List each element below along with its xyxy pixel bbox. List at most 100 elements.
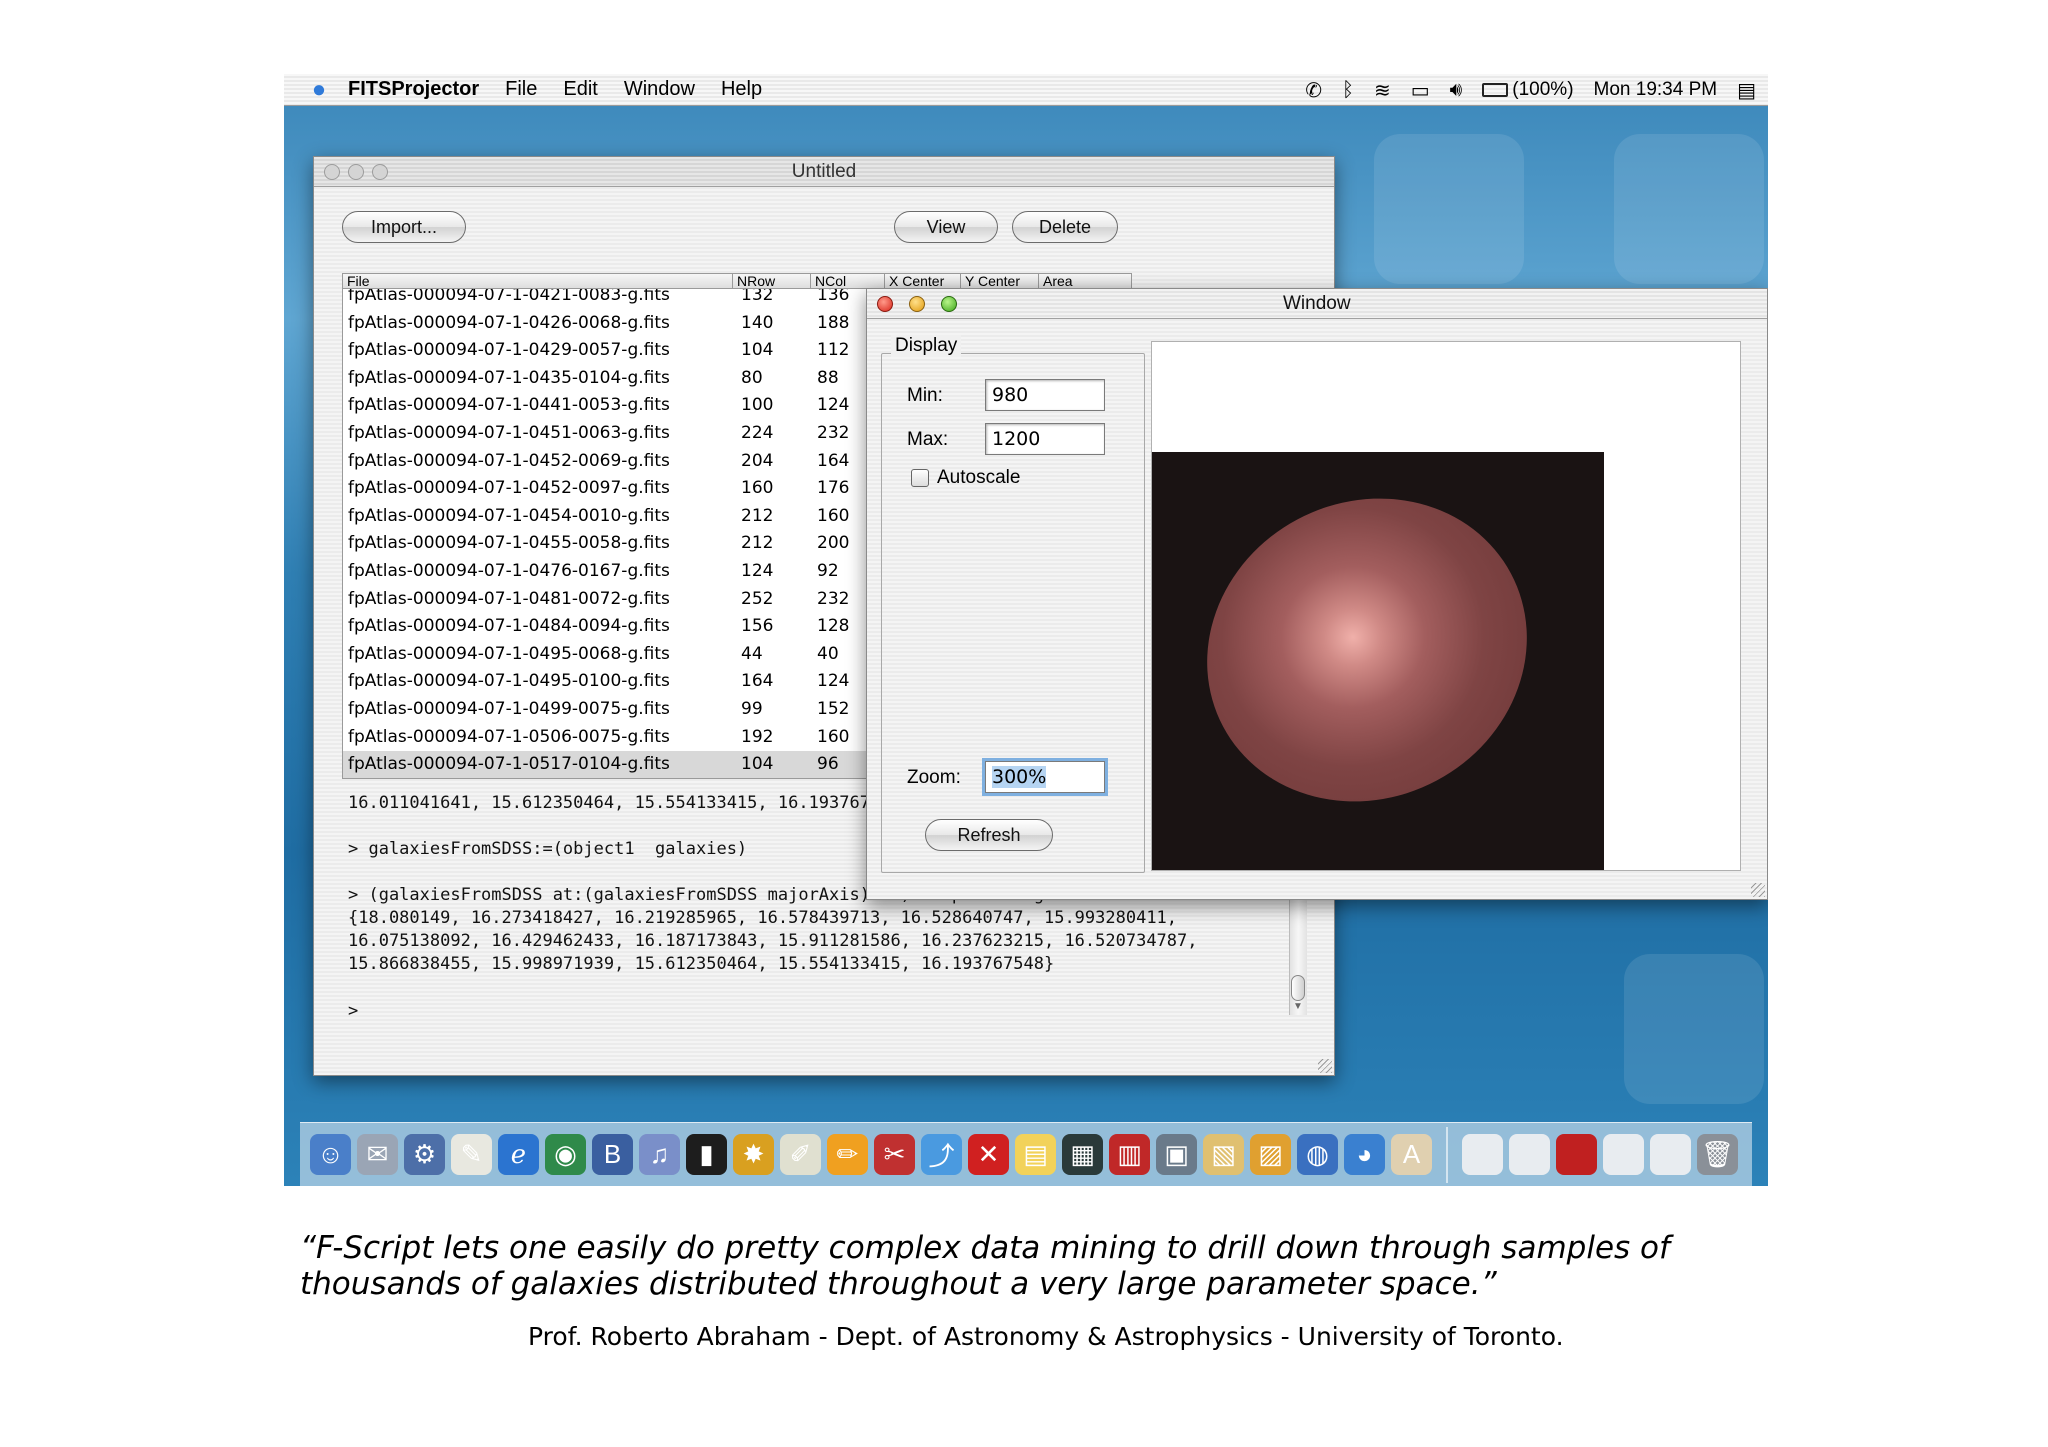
window-title: Untitled	[791, 161, 857, 182]
bluetooth-icon[interactable]: ᛒ	[1342, 79, 1354, 102]
terminal-icon[interactable]: ▮	[686, 1134, 727, 1175]
battery-icon[interactable]: (100%)	[1482, 79, 1574, 101]
earth-icon[interactable]: ◕	[1344, 1134, 1385, 1175]
volume-icon[interactable]: 🔊︎	[1450, 79, 1463, 102]
wifi-icon[interactable]: ≋	[1374, 78, 1391, 103]
autoscale-checkbox[interactable]	[911, 469, 929, 487]
dictionary-icon[interactable]: ▧	[1203, 1134, 1244, 1175]
import-button[interactable]: Import...	[342, 211, 466, 243]
cell-file: fpAtlas-000094-07-1-0455-0058-g.fits	[348, 533, 670, 554]
activity-monitor-icon[interactable]: ▦	[1062, 1134, 1103, 1175]
zoom-window-icon[interactable]	[372, 164, 388, 180]
fscript-icon[interactable]: ⤴	[921, 1134, 962, 1175]
minimized-window-icon[interactable]	[1556, 1134, 1597, 1175]
cell-ncol: 112	[817, 340, 850, 361]
app-menu[interactable]: FITSProjector	[348, 78, 479, 101]
system-prefs-icon[interactable]: ⚙	[404, 1134, 445, 1175]
min-field[interactable]: 980	[985, 379, 1105, 411]
zoom-field[interactable]: 300%	[985, 761, 1105, 793]
x11-icon[interactable]: ✕	[968, 1134, 1009, 1175]
menu-edit[interactable]: Edit	[563, 78, 597, 101]
cell-nrow: 252	[741, 588, 774, 609]
cell-ncol: 188	[817, 312, 850, 333]
close-window-icon[interactable]	[324, 164, 340, 180]
cell-file: fpAtlas-000094-07-1-0451-0063-g.fits	[348, 422, 670, 443]
column-header-area[interactable]: Area	[1039, 274, 1131, 289]
refresh-button[interactable]: Refresh	[925, 819, 1053, 851]
minimized-window-icon[interactable]	[1603, 1134, 1644, 1175]
wallpaper-blob	[1614, 134, 1764, 284]
max-label: Max:	[907, 429, 949, 450]
finder-icon[interactable]: ☺	[310, 1134, 351, 1175]
minimize-window-icon[interactable]	[909, 296, 925, 312]
cell-ncol: 164	[817, 450, 850, 471]
phone-icon[interactable]: ✆	[1305, 78, 1322, 103]
image-window-titlebar[interactable]: Window	[867, 289, 1767, 319]
console-line: > galaxiesFromSDSS:=(object1 galaxies)	[348, 839, 748, 859]
resize-grip-icon[interactable]	[1318, 1059, 1332, 1073]
quote-credit: Prof. Roberto Abraham - Dept. of Astrono…	[528, 1322, 1564, 1351]
cell-file: fpAtlas-000094-07-1-0435-0104-g.fits	[348, 367, 670, 388]
minimized-window-icon[interactable]	[1650, 1134, 1691, 1175]
column-header-ncol[interactable]: NCol	[811, 274, 885, 289]
column-header-file[interactable]: File	[343, 274, 733, 289]
apple-menu-icon[interactable]: ●	[296, 76, 342, 104]
cell-nrow: 44	[741, 643, 763, 664]
menu-help[interactable]: Help	[721, 78, 762, 101]
cell-nrow: 224	[741, 422, 774, 443]
books-icon[interactable]: ▨	[1250, 1134, 1291, 1175]
preview-icon[interactable]: ✐	[780, 1134, 821, 1175]
chart-icon[interactable]: ▥	[1109, 1134, 1150, 1175]
cell-file: fpAtlas-000094-07-1-0499-0075-g.fits	[348, 698, 670, 719]
image-canvas[interactable]	[1151, 341, 1741, 871]
cell-file: fpAtlas-000094-07-1-0429-0057-g.fits	[348, 340, 670, 361]
script-menu-icon[interactable]: ▤	[1737, 78, 1756, 103]
starburst-icon[interactable]: ✸	[733, 1134, 774, 1175]
delete-button[interactable]: Delete	[1012, 211, 1118, 243]
bbedit-icon[interactable]: B	[592, 1134, 633, 1175]
column-header-nrow[interactable]: NRow	[733, 274, 811, 289]
menu-file[interactable]: File	[505, 78, 537, 101]
cell-nrow: 100	[741, 395, 774, 416]
stickies-icon[interactable]: ▤	[1015, 1134, 1056, 1175]
text-icon[interactable]: A	[1391, 1134, 1432, 1175]
textedit-icon[interactable]: ✎	[451, 1134, 492, 1175]
cell-file: fpAtlas-000094-07-1-0506-0075-g.fits	[348, 726, 670, 747]
minimized-window-icon[interactable]	[1509, 1134, 1550, 1175]
menu-bar: ● FITSProjector File Edit Window Help ✆ …	[284, 74, 1768, 106]
quote-caption: “F-Script lets one easily do pretty comp…	[300, 1230, 1670, 1302]
cell-nrow: 104	[741, 340, 774, 361]
cell-ncol: 232	[817, 588, 850, 609]
cell-nrow: 204	[741, 450, 774, 471]
cell-file: fpAtlas-000094-07-1-0452-0069-g.fits	[348, 450, 670, 471]
cell-ncol: 152	[817, 698, 850, 719]
menu-clock[interactable]: Mon 19:34 PM	[1594, 79, 1718, 101]
display-icon[interactable]: ▭	[1411, 78, 1430, 103]
scroll-down-arrow-icon[interactable]: ▼	[1293, 1001, 1303, 1012]
pencil-icon[interactable]: ✏	[827, 1134, 868, 1175]
zoom-window-icon[interactable]	[941, 296, 957, 312]
galaxy-image	[1152, 452, 1604, 870]
resize-grip-icon[interactable]	[1751, 883, 1765, 897]
globe-icon[interactable]: ◍	[1297, 1134, 1338, 1175]
minimized-window-icon[interactable]	[1462, 1134, 1503, 1175]
window-title: Window	[1283, 293, 1351, 314]
column-header-y-center[interactable]: Y Center	[961, 274, 1039, 289]
zoom-label: Zoom:	[907, 767, 961, 788]
scroll-thumb[interactable]	[1291, 975, 1305, 1001]
minimize-window-icon[interactable]	[348, 164, 364, 180]
menu-window[interactable]: Window	[624, 78, 695, 101]
scissors-icon[interactable]: ✂	[874, 1134, 915, 1175]
max-field[interactable]: 1200	[985, 423, 1105, 455]
close-window-icon[interactable]	[877, 296, 893, 312]
itunes-icon[interactable]: ♫	[639, 1134, 680, 1175]
network-icon[interactable]: ◉	[545, 1134, 586, 1175]
window-titlebar[interactable]: Untitled	[314, 157, 1334, 187]
internet-explorer-icon[interactable]: ℯ	[498, 1134, 539, 1175]
column-header-x-center[interactable]: X Center	[885, 274, 961, 289]
trash-icon[interactable]: 🗑︎	[1697, 1134, 1738, 1175]
cell-nrow: 124	[741, 560, 774, 581]
folder-icon[interactable]: ▣	[1156, 1134, 1197, 1175]
mail-icon[interactable]: ✉	[357, 1134, 398, 1175]
view-button[interactable]: View	[894, 211, 998, 243]
